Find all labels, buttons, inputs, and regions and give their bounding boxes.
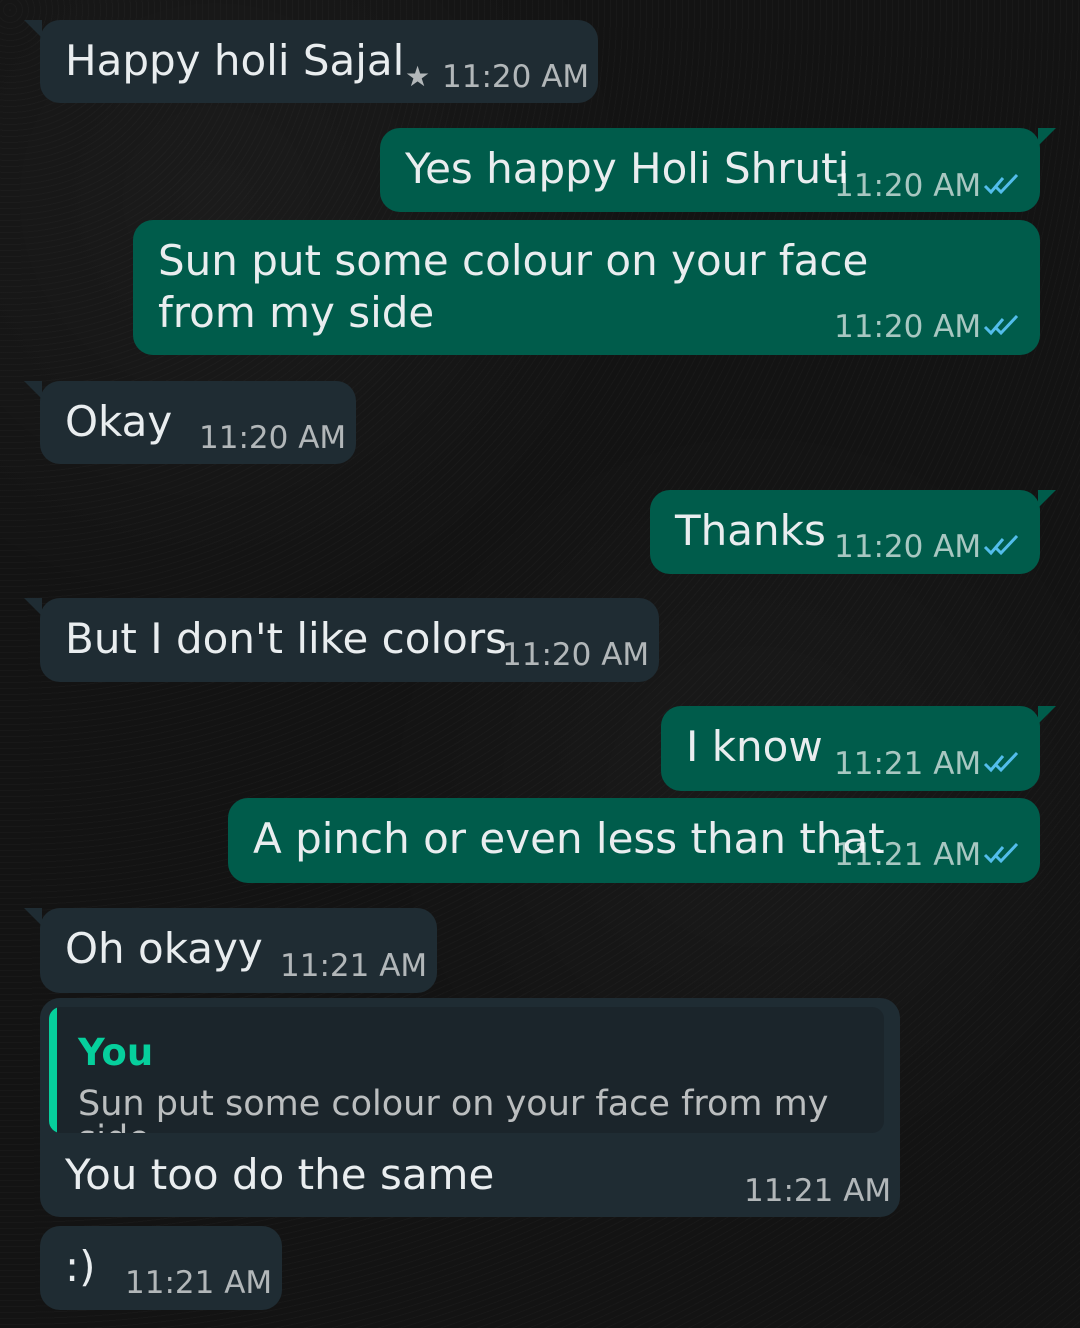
message-time: 11:20 AM [502, 637, 650, 673]
quoted-message[interactable]: You Sun put some colour on your face fro… [49, 1007, 884, 1133]
message-time: 11:21 AM [280, 948, 428, 984]
message-bubble[interactable]: Sun put some colour on your face from my… [133, 220, 1040, 355]
quote-accent-bar [49, 1007, 57, 1133]
message-bubble[interactable]: Oh okayy 11:21 AM [24, 908, 437, 993]
message-text: A pinch or even less than that [253, 814, 885, 863]
message-time: 11:21 AM [125, 1265, 273, 1301]
message-text: Okay [65, 397, 173, 446]
message-text: Happy holi Sajal [65, 36, 405, 85]
chat-thread: Happy holi Sajal ★ 11:20 AM Yes happy Ho… [0, 0, 1080, 1328]
double-check-icon [983, 314, 1019, 336]
message-text: You too do the same [65, 1150, 495, 1199]
double-check-icon [983, 751, 1019, 773]
message-time: 11:20 AM [199, 420, 347, 456]
message-time: 11:20 AM [834, 529, 982, 565]
double-check-icon [983, 842, 1019, 864]
message-bubble[interactable]: Thanks 11:20 AM [650, 490, 1056, 574]
message-text: Thanks [675, 506, 826, 555]
message-text: But I don't like colors [65, 614, 507, 663]
message-bubble[interactable]: A pinch or even less than that 11:21 AM [228, 798, 1040, 883]
star-icon: ★ [405, 60, 431, 93]
message-text: Oh okayy [65, 924, 263, 973]
message-text: I know [686, 722, 823, 771]
message-time: 11:20 AM [442, 59, 590, 95]
message-time: 11:21 AM [834, 746, 982, 782]
message-bubble[interactable]: :) 11:21 AM [40, 1226, 282, 1310]
message-bubble[interactable]: Yes happy Holi Shruti 11:20 AM [380, 128, 1056, 212]
message-bubble[interactable]: Happy holi Sajal ★ 11:20 AM [24, 20, 598, 103]
message-time: 11:21 AM [744, 1173, 892, 1209]
message-time: 11:20 AM [834, 309, 982, 345]
double-check-icon [983, 534, 1019, 556]
message-time: 11:21 AM [834, 837, 982, 873]
message-time: 11:20 AM [834, 168, 982, 204]
double-check-icon [983, 173, 1019, 195]
message-bubble[interactable]: But I don't like colors 11:20 AM [24, 598, 659, 682]
message-bubble[interactable]: I know 11:21 AM [661, 706, 1056, 791]
reply-message-bubble[interactable]: You Sun put some colour on your face fro… [40, 998, 900, 1217]
message-text: :) [65, 1242, 96, 1291]
quote-author: You [78, 1031, 154, 1074]
quote-text: Sun put some colour on your face from my… [78, 1084, 829, 1134]
message-text: Yes happy Holi Shruti [405, 144, 850, 193]
message-bubble[interactable]: Okay 11:20 AM [24, 381, 356, 464]
